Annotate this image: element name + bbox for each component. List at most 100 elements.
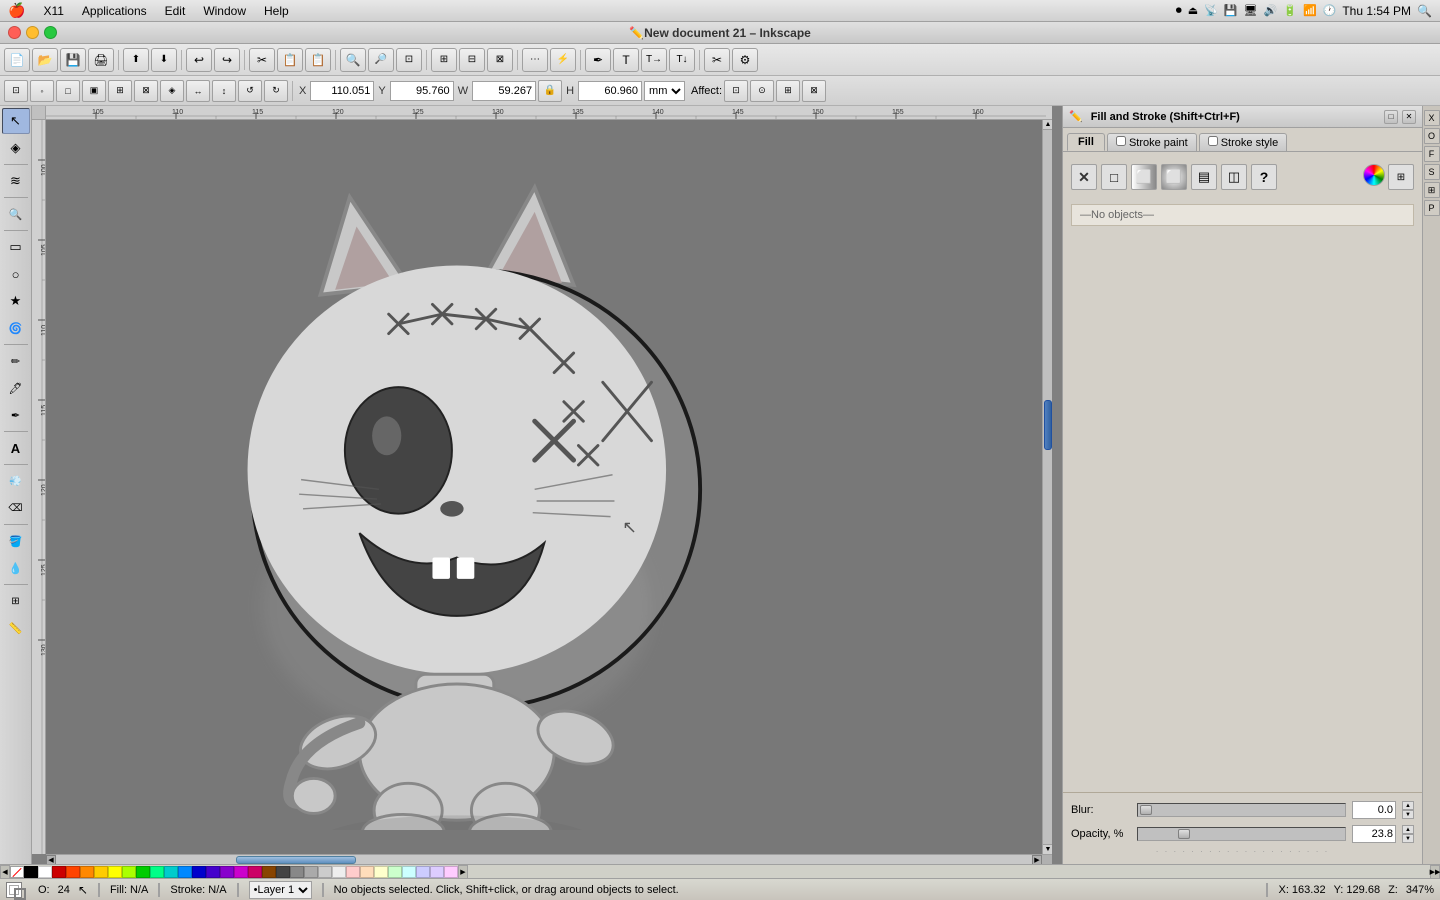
scissors-button[interactable]: ✂: [704, 48, 730, 72]
fill-none-btn[interactable]: ✕: [1071, 164, 1097, 190]
menu-window[interactable]: Window: [195, 2, 254, 20]
edge-btn-1[interactable]: X: [1424, 110, 1440, 126]
canvas-drawing[interactable]: ↖: [146, 120, 826, 830]
zoom-out-button[interactable]: 🔎: [368, 48, 394, 72]
apple-menu[interactable]: 🍎: [8, 2, 25, 19]
scroll-thumb-v[interactable]: [1044, 400, 1052, 450]
stroke-paint-checkbox[interactable]: [1116, 136, 1126, 146]
text-unflow-tb[interactable]: T↓: [669, 48, 695, 72]
edge-btn-3[interactable]: F: [1424, 146, 1440, 162]
spray-tool[interactable]: 💨: [2, 468, 30, 494]
opacity-value-input[interactable]: [1352, 825, 1396, 843]
text-flow-tb[interactable]: T→: [641, 48, 667, 72]
ellipse-tool[interactable]: ○: [2, 261, 30, 287]
stroke-style-checkbox[interactable]: [1208, 136, 1218, 146]
menu-x11[interactable]: X11: [35, 2, 71, 20]
color-swatch-lighter-gray[interactable]: [318, 866, 332, 878]
color-swatch-spring-green[interactable]: [150, 866, 164, 878]
palette-scroll-left[interactable]: ◀: [0, 865, 10, 879]
path-effects-button[interactable]: ⚡: [550, 48, 576, 72]
tab-stroke-style[interactable]: Stroke style: [1199, 133, 1288, 151]
edge-btn-5[interactable]: ⊞: [1424, 182, 1440, 198]
close-button[interactable]: [8, 26, 21, 39]
save-button[interactable]: 💾: [60, 48, 86, 72]
color-swatch-mint[interactable]: [388, 866, 402, 878]
search-menu-icon[interactable]: 🔍: [1417, 4, 1432, 18]
snap-grid[interactable]: ⊞: [108, 80, 132, 102]
pencil-tool-lt[interactable]: ✏: [2, 348, 30, 374]
align-button[interactable]: ⊟: [459, 48, 485, 72]
y-input[interactable]: [390, 81, 454, 101]
edge-btn-6[interactable]: P: [1424, 200, 1440, 216]
fill-unset-btn[interactable]: ?: [1251, 164, 1277, 190]
zoom-in-button[interactable]: 🔍: [340, 48, 366, 72]
color-swatch-purple[interactable]: [220, 866, 234, 878]
maximize-button[interactable]: [44, 26, 57, 39]
affect-btn-4[interactable]: ⊠: [802, 80, 826, 102]
tweak-tool[interactable]: ≋: [2, 168, 30, 194]
color-swatch-cream[interactable]: [374, 866, 388, 878]
connector-tool[interactable]: ⊞: [2, 588, 30, 614]
color-swatch-yellow[interactable]: [108, 866, 122, 878]
minimize-button[interactable]: [26, 26, 39, 39]
edge-btn-2[interactable]: O: [1424, 128, 1440, 144]
color-swatch-indigo[interactable]: [206, 866, 220, 878]
fill-pattern-btn[interactable]: ▤: [1191, 164, 1217, 190]
tab-fill[interactable]: Fill: [1067, 133, 1105, 151]
affect-btn-2[interactable]: ⊙: [750, 80, 774, 102]
blur-up-btn[interactable]: ▲: [1402, 801, 1414, 810]
snap-object[interactable]: ◈: [160, 80, 184, 102]
paste-button[interactable]: 📋: [305, 48, 331, 72]
menu-applications[interactable]: Applications: [74, 2, 155, 20]
calligraphy-tool[interactable]: ✒: [2, 402, 30, 428]
layer-select[interactable]: •Layer 1: [249, 881, 312, 899]
pencil-tool[interactable]: ✒: [585, 48, 611, 72]
color-none-swatch[interactable]: [10, 866, 24, 878]
scroll-left-btn[interactable]: ◀: [46, 855, 56, 865]
distribute-button[interactable]: ⊠: [487, 48, 513, 72]
blur-value-input[interactable]: [1352, 801, 1396, 819]
stroke-swatch-status[interactable]: [14, 888, 26, 900]
h-input[interactable]: [578, 81, 642, 101]
panel-undock-btn[interactable]: □: [1384, 110, 1398, 124]
menu-help[interactable]: Help: [256, 2, 297, 20]
flip-h[interactable]: ↔: [186, 80, 210, 102]
text-tool-tb[interactable]: T: [613, 48, 639, 72]
scroll-thumb-h[interactable]: [236, 856, 356, 864]
zoom-fit-button[interactable]: ⊡: [396, 48, 422, 72]
x-input[interactable]: [310, 81, 374, 101]
color-swatch-near-white[interactable]: [332, 866, 346, 878]
blur-down-btn[interactable]: ▼: [1402, 810, 1414, 819]
flip-v[interactable]: ↕: [212, 80, 236, 102]
color-swatch-dark-gray[interactable]: [276, 866, 290, 878]
color-swatch-black[interactable]: [24, 866, 38, 878]
star-tool[interactable]: ★: [2, 288, 30, 314]
opacity-up-btn[interactable]: ▲: [1402, 825, 1414, 834]
undo-button[interactable]: ↩: [186, 48, 212, 72]
new-button[interactable]: 📄: [4, 48, 30, 72]
fill-flat-btn[interactable]: □: [1101, 164, 1127, 190]
node-tool[interactable]: ◈: [2, 135, 30, 161]
canvas-area[interactable]: 105 110 115 120 125 130 135 140 145 150: [32, 106, 1062, 864]
palette-more[interactable]: ▶▶: [1430, 865, 1440, 879]
canvas-background[interactable]: ↖ ▲ ▼: [46, 120, 1052, 854]
color-swatch-gray[interactable]: [290, 866, 304, 878]
cut-button[interactable]: ✂: [249, 48, 275, 72]
color-swatch-magenta[interactable]: [234, 866, 248, 878]
menu-edit[interactable]: Edit: [157, 2, 194, 20]
vertical-scrollbar[interactable]: ▲ ▼: [1042, 120, 1052, 854]
color-swatch-lavender[interactable]: [416, 866, 430, 878]
fill-tool[interactable]: 🪣: [2, 528, 30, 554]
export-button[interactable]: ⬇: [151, 48, 177, 72]
tab-stroke-paint[interactable]: Stroke paint: [1107, 133, 1197, 151]
print-button[interactable]: 🖨: [88, 48, 114, 72]
color-swatch-light-cyan[interactable]: [402, 866, 416, 878]
scroll-down-btn[interactable]: ▼: [1043, 844, 1052, 854]
fill-swatch-btn[interactable]: ◫: [1221, 164, 1247, 190]
scroll-right-btn[interactable]: ▶: [1032, 855, 1042, 865]
affect-btn-3[interactable]: ⊞: [776, 80, 800, 102]
color-swatch-orange-red[interactable]: [66, 866, 80, 878]
snap-guide[interactable]: ⊠: [134, 80, 158, 102]
color-swatch-blue[interactable]: [178, 866, 192, 878]
color-swatch-peach[interactable]: [360, 866, 374, 878]
